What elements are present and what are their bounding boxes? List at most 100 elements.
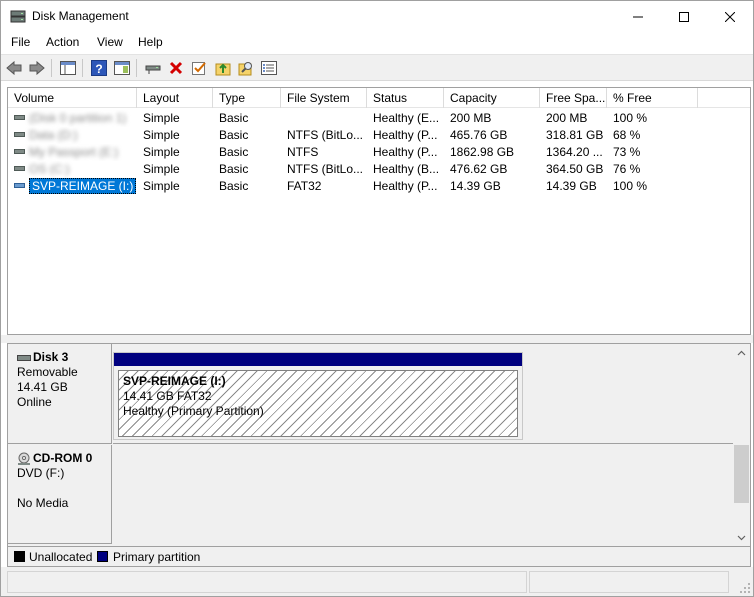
disk-3-partitions: SVP-REIMAGE (I:) 14.41 GB FAT32 Healthy …: [113, 344, 733, 444]
capacity-cell: 14.39 GB: [450, 179, 501, 193]
list-view-button[interactable]: [260, 59, 278, 77]
console-tree-button[interactable]: [59, 59, 77, 77]
volume-row-selected[interactable]: SVP-REIMAGE (I:) Simple Basic FAT32 Heal…: [8, 178, 750, 195]
percent-free-cell: 100 %: [613, 179, 648, 193]
status-cell: Healthy (P...: [373, 145, 438, 159]
column-header-type[interactable]: Type: [213, 88, 281, 108]
capacity-cell: 476.62 GB: [450, 162, 508, 176]
menu-bar: File Action View Help: [1, 32, 753, 54]
disk-name: CD-ROM 0: [33, 451, 93, 465]
volume-row[interactable]: Data (D:) Simple Basic NTFS (BitLo... He…: [8, 127, 750, 144]
unallocated-swatch: [14, 551, 25, 562]
drive-icon: [14, 132, 25, 138]
layout-cell: Simple: [143, 111, 180, 125]
layout-cell: Simple: [143, 162, 180, 176]
type-cell: Basic: [219, 179, 249, 193]
cdrom-0-label[interactable]: CD-ROM 0 DVD (F:) No Media: [8, 445, 112, 544]
toolbar-separator: [82, 59, 83, 77]
disk-name: Disk 3: [33, 350, 69, 364]
column-header-volume[interactable]: Volume: [8, 88, 137, 108]
scroll-thumb[interactable]: [734, 445, 749, 503]
check-button[interactable]: [190, 59, 208, 77]
free-space-cell: 200 MB: [546, 111, 588, 125]
menu-file[interactable]: File: [11, 35, 30, 49]
layout-cell: Simple: [143, 145, 180, 159]
column-header-percent-free[interactable]: % Free: [607, 88, 698, 108]
column-header-file-system[interactable]: File System: [281, 88, 367, 108]
removable-disk-icon: [17, 354, 31, 361]
percent-free-cell: 100 %: [613, 111, 648, 125]
type-cell: Basic: [219, 145, 249, 159]
free-space-cell: 364.50 GB: [546, 162, 604, 176]
volume-name: OS (C:): [29, 162, 70, 176]
disk-size: 14.41 GB: [17, 380, 68, 394]
capacity-cell: 465.76 GB: [450, 128, 508, 142]
help-button[interactable]: ?: [90, 59, 108, 77]
chevron-up-icon: [737, 350, 746, 355]
partition-size-fs: 14.41 GB FAT32: [123, 389, 212, 403]
volume-name-cell: Data (D:): [8, 127, 137, 144]
partition-name: SVP-REIMAGE (I:): [123, 374, 226, 388]
scroll-up-button[interactable]: [733, 344, 750, 361]
pane-splitter[interactable]: [1, 335, 753, 343]
column-header-capacity[interactable]: Capacity: [444, 88, 540, 108]
maximize-button[interactable]: [661, 1, 707, 32]
disk-3-label[interactable]: Disk 3 Removable 14.41 GB Online: [8, 344, 112, 444]
search-folder-button[interactable]: [237, 59, 255, 77]
disk-title: Disk 3: [17, 350, 111, 365]
menu-view[interactable]: View: [97, 35, 123, 49]
partition-body: SVP-REIMAGE (I:) 14.41 GB FAT32 Healthy …: [118, 370, 518, 437]
volume-name: (Disk 0 partition 1): [29, 111, 127, 125]
volume-name-cell: SVP-REIMAGE (I:): [8, 178, 137, 195]
chevron-down-icon: [737, 535, 746, 540]
status-bar: [1, 567, 753, 596]
volume-row[interactable]: My Passport (E:) Simple Basic NTFS Healt…: [8, 144, 750, 161]
toolbar-separator: [136, 59, 137, 77]
file-system-cell: NTFS (BitLo...: [287, 162, 364, 176]
delete-button[interactable]: [167, 59, 185, 77]
column-header-layout[interactable]: Layout: [137, 88, 213, 108]
up-folder-button[interactable]: [214, 59, 232, 77]
close-icon: [725, 11, 735, 22]
back-button[interactable]: [5, 59, 23, 77]
properties-pane-icon: [114, 61, 130, 75]
free-space-cell: 14.39 GB: [546, 179, 597, 193]
connect-button[interactable]: [144, 59, 162, 77]
menu-help[interactable]: Help: [138, 35, 163, 49]
disk-state: Online: [17, 395, 52, 409]
file-system-cell: NTFS: [287, 145, 319, 159]
disk-pane-scrollbar[interactable]: [733, 344, 750, 546]
status-cell: Healthy (B...: [373, 162, 440, 176]
volume-list[interactable]: Volume Layout Type File System Status Ca…: [7, 87, 751, 335]
volume-name-cell: My Passport (E:): [8, 144, 137, 161]
minimize-button[interactable]: [615, 1, 661, 32]
menu-action[interactable]: Action: [46, 35, 79, 49]
usb-drive-icon: [14, 183, 25, 189]
file-system-cell: NTFS (BitLo...: [287, 128, 364, 142]
list-view-icon: [261, 61, 277, 75]
volume-row[interactable]: OS (C:) Simple Basic NTFS (BitLo... Heal…: [8, 161, 750, 178]
partition-status: Healthy (Primary Partition): [123, 404, 264, 418]
disk-media: No Media: [17, 496, 69, 510]
layout-cell: Simple: [143, 179, 180, 193]
volume-name-cell: (Disk 0 partition 1): [8, 110, 137, 127]
percent-free-cell: 76 %: [613, 162, 641, 176]
column-header-status[interactable]: Status: [367, 88, 444, 108]
forward-button[interactable]: [28, 59, 46, 77]
percent-free-cell: 68 %: [613, 128, 641, 142]
partition-block[interactable]: SVP-REIMAGE (I:) 14.41 GB FAT32 Healthy …: [113, 352, 523, 440]
resize-grip-icon[interactable]: [739, 582, 751, 594]
show-hide-pane-button[interactable]: [113, 59, 131, 77]
maximize-icon: [679, 11, 689, 22]
disk-title: CD-ROM 0: [17, 451, 111, 466]
primary-partition-swatch: [97, 551, 108, 562]
title-bar[interactable]: Disk Management: [1, 1, 753, 32]
close-button[interactable]: [707, 1, 753, 32]
scroll-down-button[interactable]: [733, 529, 750, 546]
column-header-free-space[interactable]: Free Spa...: [540, 88, 607, 108]
disk-map-pane[interactable]: Disk 3 Removable 14.41 GB Online SVP-REI…: [7, 343, 751, 547]
volume-name: SVP-REIMAGE (I:): [29, 178, 137, 194]
file-system-cell: FAT32: [287, 179, 322, 193]
volume-row[interactable]: (Disk 0 partition 1) Simple Basic Health…: [8, 110, 750, 127]
